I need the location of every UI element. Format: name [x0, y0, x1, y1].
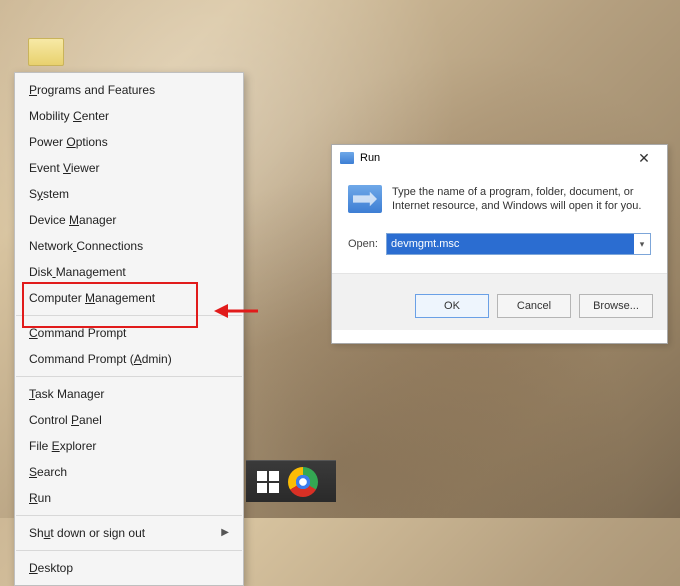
start-button[interactable]	[252, 466, 284, 498]
winx-item-label: System	[29, 185, 69, 203]
run-title-icon	[340, 152, 354, 164]
winx-item-network-connections[interactable]: Network Connections	[15, 233, 243, 259]
chevron-down-icon[interactable]: ▾	[634, 239, 650, 250]
winx-item-search[interactable]: Search	[15, 459, 243, 485]
winx-item-device-manager[interactable]: Device Manager	[15, 207, 243, 233]
winx-item-command-prompt[interactable]: Command Prompt	[15, 320, 243, 346]
menu-separator	[16, 315, 242, 316]
winx-item-system[interactable]: System	[15, 181, 243, 207]
run-dialog-icon	[348, 185, 382, 213]
winx-item-run[interactable]: Run	[15, 485, 243, 511]
winx-item-task-manager[interactable]: Task Manager	[15, 381, 243, 407]
winx-item-label: Event Viewer	[29, 159, 100, 177]
winx-item-label: Disk Management	[29, 263, 126, 281]
menu-separator	[16, 515, 242, 516]
winx-item-label: Run	[29, 489, 51, 507]
run-description: Type the name of a program, folder, docu…	[392, 185, 651, 213]
desktop-folder-icon[interactable]	[28, 38, 64, 66]
cancel-button[interactable]: Cancel	[497, 294, 571, 318]
chevron-right-icon: ▶	[221, 524, 229, 542]
winx-item-power-options[interactable]: Power Options	[15, 129, 243, 155]
winx-item-label: Network Connections	[29, 237, 143, 255]
winx-item-file-explorer[interactable]: File Explorer	[15, 433, 243, 459]
winx-item-label: Power Options	[29, 133, 108, 151]
winx-item-label: Mobility Center	[29, 107, 109, 125]
winx-item-label: Search	[29, 463, 67, 481]
menu-separator	[16, 550, 242, 551]
menu-separator	[16, 376, 242, 377]
winx-item-disk-management[interactable]: Disk Management	[15, 259, 243, 285]
winx-item-label: Shut down or sign out	[29, 524, 145, 542]
winx-item-mobility-center[interactable]: Mobility Center	[15, 103, 243, 129]
winx-item-event-viewer[interactable]: Event Viewer	[15, 155, 243, 181]
chrome-taskbar-icon[interactable]	[288, 467, 318, 497]
winx-item-label: Task Manager	[29, 385, 104, 403]
winx-item-label: Computer Management	[29, 289, 155, 307]
winx-item-label: Device Manager	[29, 211, 116, 229]
winx-item-label: Desktop	[29, 559, 73, 577]
winx-item-programs-and-features[interactable]: Programs and Features	[15, 77, 243, 103]
winx-item-label: Programs and Features	[29, 81, 155, 99]
winx-item-label: File Explorer	[29, 437, 96, 455]
winx-item-desktop[interactable]: Desktop	[15, 555, 243, 581]
open-input-value[interactable]: devmgmt.msc	[387, 234, 634, 254]
windows-logo-icon	[257, 471, 279, 493]
winx-item-computer-management[interactable]: Computer Management	[15, 285, 243, 311]
run-titlebar: Run ✕	[332, 145, 667, 171]
winx-menu: Programs and Features Mobility Center Powe…	[14, 72, 244, 586]
winx-item-shut-down-or-sign-out[interactable]: Shut down or sign out ▶	[15, 520, 243, 546]
close-button[interactable]: ✕	[625, 147, 663, 169]
run-dialog: Run ✕ Type the name of a program, folder…	[331, 144, 668, 344]
browse-button[interactable]: Browse...	[579, 294, 653, 318]
open-combobox[interactable]: devmgmt.msc ▾	[386, 233, 651, 255]
winx-item-label: Command Prompt	[29, 324, 126, 342]
run-title-text: Run	[360, 152, 380, 164]
open-label: Open:	[348, 238, 378, 250]
winx-item-control-panel[interactable]: Control Panel	[15, 407, 243, 433]
winx-item-label: Command Prompt (Admin)	[29, 350, 172, 368]
taskbar	[246, 460, 336, 502]
winx-item-label: Control Panel	[29, 411, 102, 429]
ok-button[interactable]: OK	[415, 294, 489, 318]
winx-item-command-prompt-admin[interactable]: Command Prompt (Admin)	[15, 346, 243, 372]
